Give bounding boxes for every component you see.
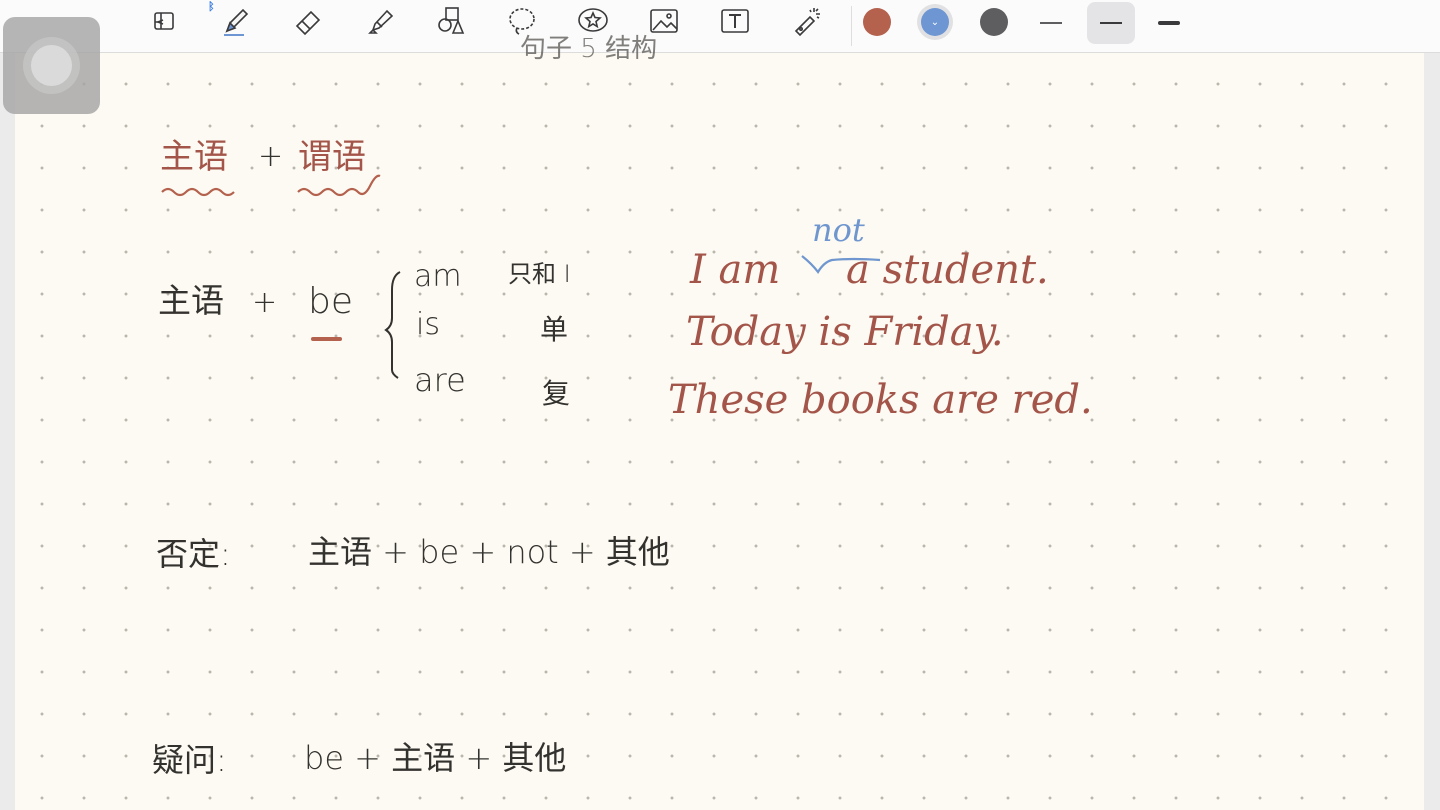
laser-tool-button[interactable] <box>784 2 830 44</box>
usage-are: 复 <box>542 377 571 410</box>
be-form-are: are <box>414 361 466 399</box>
heading-partial: 句子 5 结构 <box>520 34 658 64</box>
toolbar-divider <box>851 6 852 46</box>
pen-tool-button[interactable]: ᛒ <box>208 0 258 44</box>
shapes-icon <box>434 4 468 42</box>
bluetooth-icon: ᛒ <box>208 0 215 13</box>
highlighter-icon <box>363 4 397 42</box>
question-label: 疑问: <box>152 741 227 779</box>
line1-predicate: 谓语 <box>298 137 366 177</box>
line2-be: be <box>308 281 353 322</box>
be-form-am: am <box>414 259 462 294</box>
stroke-thin-button[interactable] <box>1028 2 1074 44</box>
negative-label: 否定: <box>156 535 231 573</box>
chevron-down-icon: ⌄ <box>930 16 940 28</box>
be-form-is: is <box>416 307 440 342</box>
text-box-icon <box>718 4 752 42</box>
shapes-tool-button[interactable] <box>428 2 474 44</box>
stroke-thick-icon <box>1158 21 1180 25</box>
pen-icon <box>218 4 252 42</box>
stroke-thin-icon <box>1040 22 1062 24</box>
negative-formula: 主语 + be + not + 其他 <box>308 533 670 571</box>
usage-am: 只和 I <box>508 260 571 288</box>
example-3: These books are red. <box>668 377 1093 423</box>
example-1-suffix: a student. <box>846 247 1049 293</box>
line1-plus: + <box>258 139 284 174</box>
eraser-tool-button[interactable] <box>285 2 331 44</box>
color-swatch-gray[interactable] <box>980 8 1008 36</box>
eraser-icon <box>291 4 325 42</box>
text-tool-button[interactable] <box>712 2 758 44</box>
color-swatch-red[interactable] <box>863 8 891 36</box>
usage-is: 单 <box>540 313 569 346</box>
toolbar: ᛒ ⌄ <box>0 0 1440 53</box>
line2-plus: + <box>252 285 278 320</box>
stroke-thick-button[interactable] <box>1146 2 1192 44</box>
example-2: Today is Friday. <box>686 309 1004 355</box>
stroke-medium-button[interactable] <box>1087 2 1135 44</box>
assistive-touch-button[interactable] <box>3 17 100 114</box>
highlighter-tool-button[interactable] <box>357 2 403 44</box>
inserted-not: not <box>812 211 865 249</box>
read-mode-icon <box>147 4 181 42</box>
line2-subject: 主语 <box>158 281 224 320</box>
line1-subject: 主语 <box>160 137 228 177</box>
question-formula: be + 主语 + 其他 <box>304 739 567 777</box>
laser-pointer-icon <box>790 4 824 42</box>
example-1-prefix: I am <box>690 247 781 293</box>
stroke-medium-icon <box>1100 21 1122 25</box>
read-mode-button[interactable] <box>141 2 187 44</box>
color-swatch-blue[interactable]: ⌄ <box>921 8 949 36</box>
